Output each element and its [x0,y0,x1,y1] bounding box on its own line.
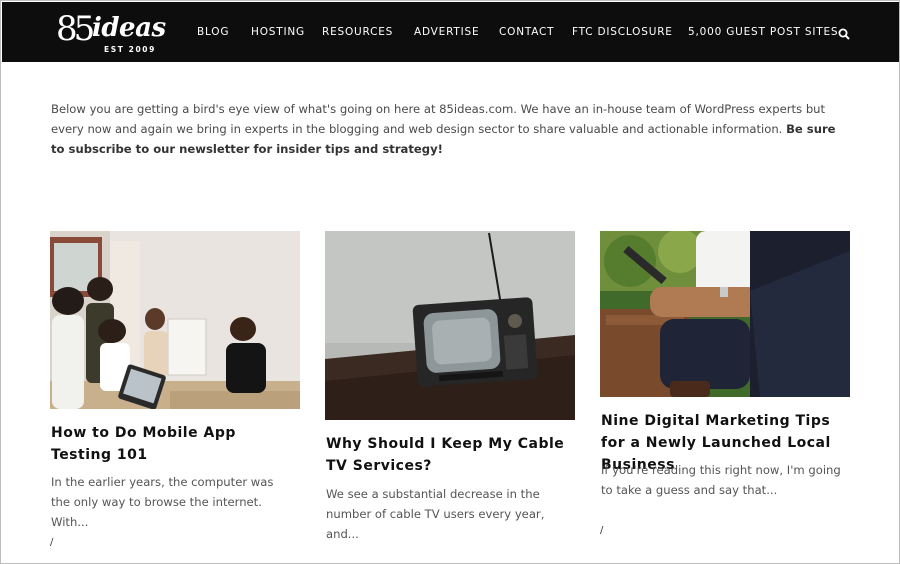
post-excerpt-1: In the earlier years, the computer was t… [51,475,274,529]
post-title-2[interactable]: Why Should I Keep My Cable TV Services? [326,433,576,477]
nav-advertise[interactable]: ADVERTISE [414,2,479,62]
post-image-mobile-app-testing[interactable] [50,231,300,409]
nav-resources[interactable]: RESOURCES [322,2,393,62]
nav-ftc-disclosure[interactable]: FTC DISCLOSURE [572,2,673,62]
logo-word: ideas [92,13,166,43]
site-header: 85 ideas EST 2009 BLOG HOSTING RESOURCES… [2,2,899,62]
nav-hosting[interactable]: HOSTING [251,2,305,62]
search-icon[interactable] [838,28,850,40]
post-meta-separator-1: / [50,537,54,548]
page: 85 ideas EST 2009 BLOG HOSTING RESOURCES… [0,0,900,564]
post-excerpt-3: If you're reading this right now, I'm go… [601,463,841,497]
nav-blog[interactable]: BLOG [197,2,229,62]
nav-guest-post-sites[interactable]: 5,000 GUEST POST SITES [688,2,838,62]
post-excerpt-2: We see a substantial decrease in the num… [326,487,545,541]
logo-number: 85 [56,9,95,49]
post-image-cable-tv[interactable] [325,231,575,420]
site-logo[interactable]: 85 ideas EST 2009 [56,9,166,57]
logo-tagline: EST 2009 [104,45,156,54]
intro-paragraph: Below you are getting a bird's eye view … [51,99,851,159]
post-image-digital-marketing[interactable] [600,231,850,397]
nav-contact[interactable]: CONTACT [499,2,554,62]
post-title-1[interactable]: How to Do Mobile App Testing 101 [51,422,301,466]
post-meta-separator-3: / [600,525,604,536]
intro-text: Below you are getting a bird's eye view … [51,102,826,136]
